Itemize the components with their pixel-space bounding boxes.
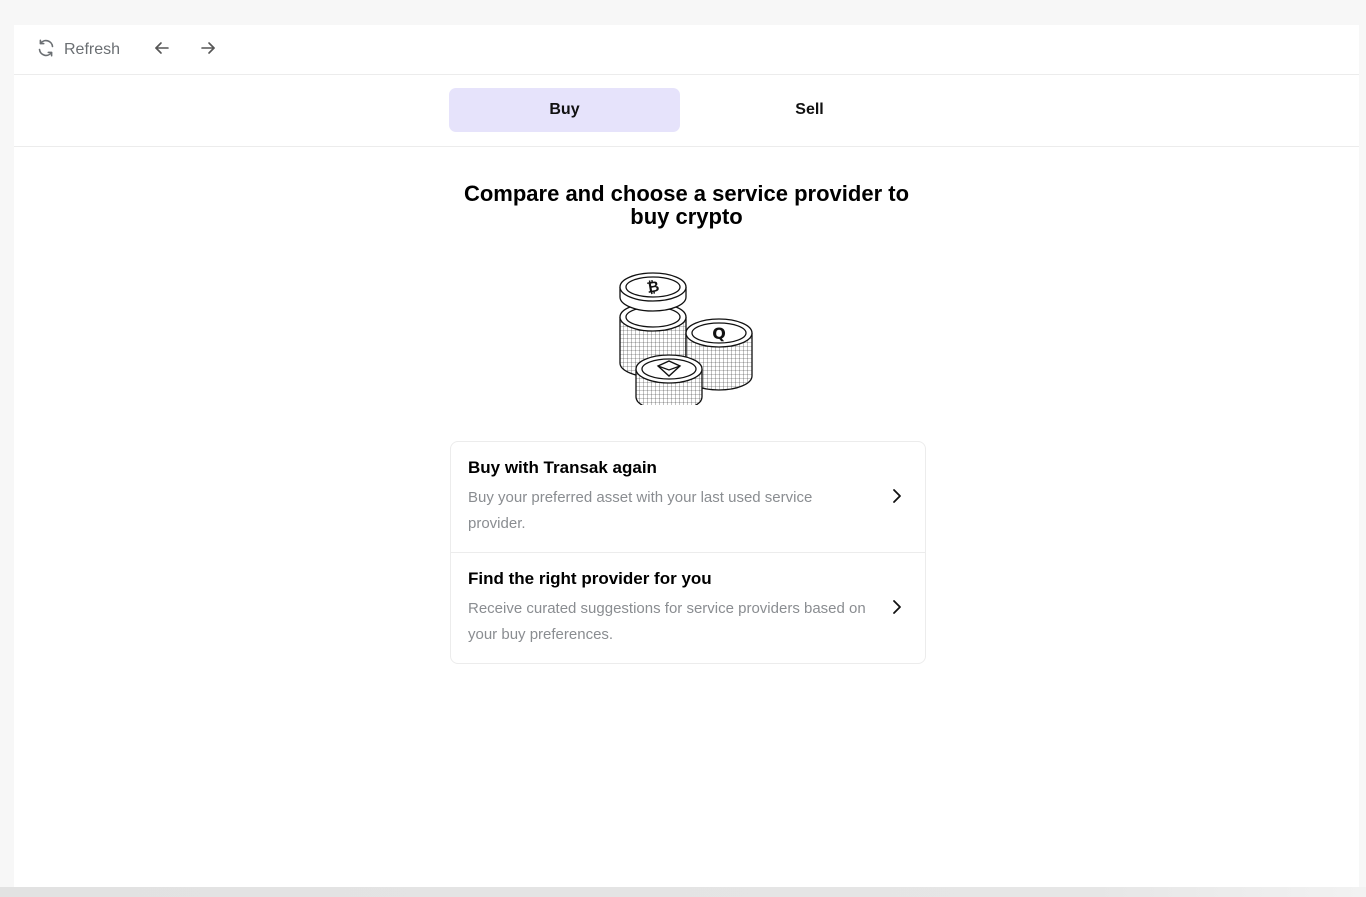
chevron-right-icon xyxy=(887,597,907,617)
back-button[interactable] xyxy=(150,38,174,62)
buy-sell-tabs: Buy Sell xyxy=(14,75,1359,147)
tab-sell[interactable]: Sell xyxy=(694,88,925,132)
provider-options-card: Buy with Transak again Buy your preferre… xyxy=(450,441,926,664)
forward-button[interactable] xyxy=(196,38,220,62)
crypto-coins-illustration: ₿ Q xyxy=(612,263,760,412)
arrow-right-icon xyxy=(199,39,217,62)
option-description: Receive curated suggestions for service … xyxy=(468,600,866,643)
window-bottom-edge xyxy=(0,887,1366,897)
option-buy-again[interactable]: Buy with Transak again Buy your preferre… xyxy=(451,442,925,553)
option-title: Find the right provider for you xyxy=(468,569,712,588)
app-window: Refresh Buy Sell Compare and choose a se… xyxy=(14,25,1359,887)
page-title-line-2: buy crypto xyxy=(630,204,743,229)
svg-text:Q: Q xyxy=(712,324,726,343)
tab-buy[interactable]: Buy xyxy=(449,88,680,132)
option-title: Buy with Transak again xyxy=(468,458,657,477)
page-title: Compare and choose a service provider to… xyxy=(14,182,1359,228)
option-find-provider[interactable]: Find the right provider for you Receive … xyxy=(451,553,925,663)
option-description: Buy your preferred asset with your last … xyxy=(468,489,813,532)
refresh-label: Refresh xyxy=(64,41,121,58)
refresh-icon xyxy=(36,38,56,63)
arrow-left-icon xyxy=(153,39,171,62)
toolbar: Refresh xyxy=(14,25,1359,75)
chevron-right-icon xyxy=(887,486,907,506)
page-title-line-1: Compare and choose a service provider to xyxy=(463,181,910,206)
refresh-button[interactable]: Refresh xyxy=(36,37,120,63)
